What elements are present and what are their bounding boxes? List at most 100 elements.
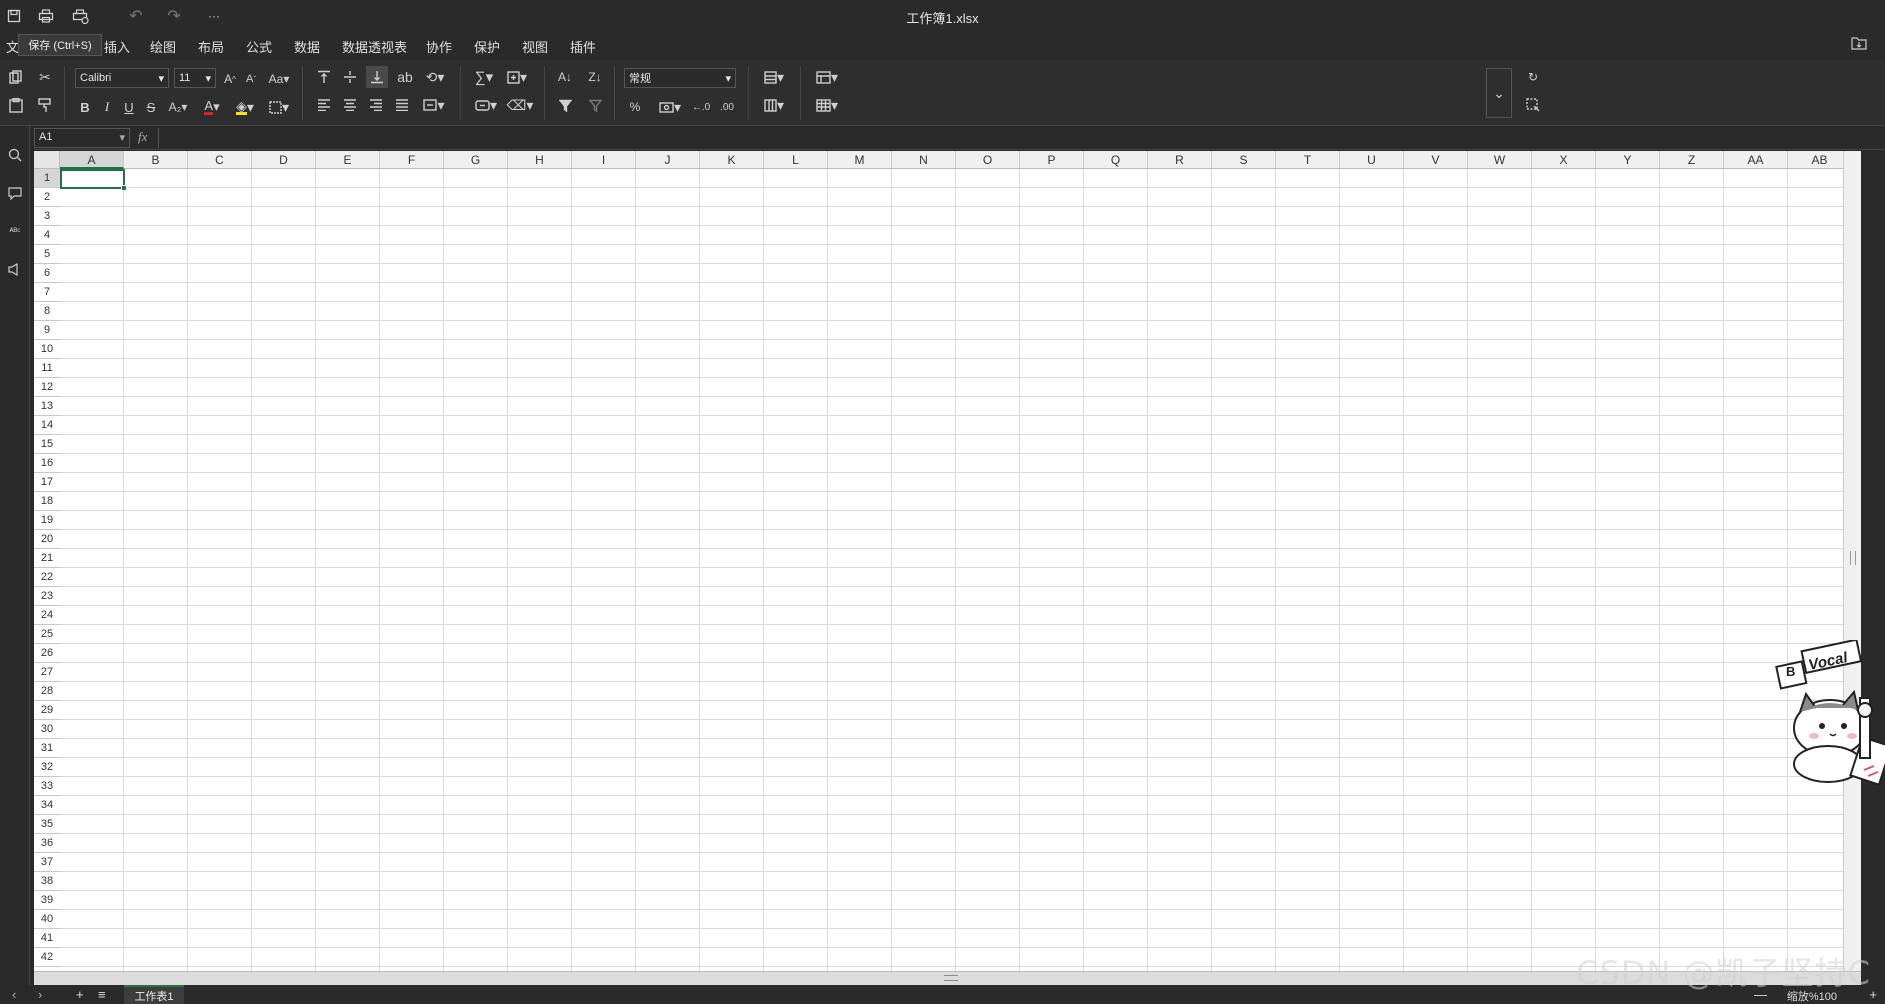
- row-header-15[interactable]: 15: [34, 435, 60, 454]
- conditional-format-icon[interactable]: ▾: [810, 66, 844, 88]
- select-all-icon[interactable]: [1522, 94, 1544, 116]
- sheet-list-icon[interactable]: ≡: [98, 987, 106, 1002]
- row-header-32[interactable]: 32: [34, 758, 60, 777]
- align-center-icon[interactable]: [340, 94, 360, 116]
- row-header-22[interactable]: 22: [34, 568, 60, 587]
- align-middle-icon[interactable]: [340, 66, 360, 88]
- row-header-29[interactable]: 29: [34, 701, 60, 720]
- paste-icon[interactable]: [6, 94, 26, 116]
- replace-icon[interactable]: ↻: [1522, 66, 1544, 88]
- sort-descending-icon[interactable]: Z↓: [584, 66, 606, 88]
- insert-cells-icon[interactable]: ▾: [470, 94, 502, 116]
- row-header-13[interactable]: 13: [34, 397, 60, 416]
- row-header-35[interactable]: 35: [34, 815, 60, 834]
- copy-icon[interactable]: [6, 66, 26, 88]
- row-header-14[interactable]: 14: [34, 416, 60, 435]
- column-header-d[interactable]: D: [252, 151, 316, 169]
- column-header-l[interactable]: L: [764, 151, 828, 169]
- insert-row-icon[interactable]: ▾: [758, 66, 790, 88]
- row-header-7[interactable]: 7: [34, 283, 60, 302]
- column-header-f[interactable]: F: [380, 151, 444, 169]
- row-header-37[interactable]: 37: [34, 853, 60, 872]
- increase-decimal-icon[interactable]: .00: [716, 96, 738, 118]
- align-left-icon[interactable]: [314, 94, 334, 116]
- row-header-10[interactable]: 10: [34, 340, 60, 359]
- column-header-o[interactable]: O: [956, 151, 1020, 169]
- row-header-24[interactable]: 24: [34, 606, 60, 625]
- column-header-e[interactable]: E: [316, 151, 380, 169]
- merge-cells-icon[interactable]: ▾: [418, 94, 450, 116]
- row-header-38[interactable]: 38: [34, 872, 60, 891]
- change-case-icon[interactable]: Aa▾: [264, 68, 294, 90]
- open-file-location-icon[interactable]: [1851, 36, 1867, 55]
- row-header-11[interactable]: 11: [34, 359, 60, 378]
- percent-style-button[interactable]: %: [626, 96, 644, 118]
- column-header-h[interactable]: H: [508, 151, 572, 169]
- row-header-2[interactable]: 2: [34, 188, 60, 207]
- row-header-20[interactable]: 20: [34, 530, 60, 549]
- row-header-25[interactable]: 25: [34, 625, 60, 644]
- column-header-p[interactable]: P: [1020, 151, 1084, 169]
- row-header-17[interactable]: 17: [34, 473, 60, 492]
- menu-insert[interactable]: 插入: [104, 37, 130, 56]
- cut-icon[interactable]: ✂: [34, 66, 56, 88]
- column-header-w[interactable]: W: [1468, 151, 1532, 169]
- column-header-aa[interactable]: AA: [1724, 151, 1788, 169]
- clear-icon[interactable]: ⌫▾: [504, 94, 536, 116]
- sheet-tab-1[interactable]: 工作表1: [124, 985, 184, 1004]
- row-header-33[interactable]: 33: [34, 777, 60, 796]
- justify-icon[interactable]: [392, 94, 412, 116]
- select-all-corner[interactable]: [34, 151, 60, 169]
- format-as-table-icon[interactable]: ▾: [810, 94, 844, 116]
- row-header-34[interactable]: 34: [34, 796, 60, 815]
- menu-draw[interactable]: 绘图: [150, 37, 176, 56]
- autosum-icon[interactable]: ∑▾: [470, 66, 498, 88]
- increase-font-icon[interactable]: A ^: [221, 68, 239, 90]
- align-right-icon[interactable]: [366, 94, 386, 116]
- column-header-i[interactable]: I: [572, 151, 636, 169]
- next-sheet-icon[interactable]: ›: [38, 987, 42, 1002]
- column-header-u[interactable]: U: [1340, 151, 1404, 169]
- row-header-39[interactable]: 39: [34, 891, 60, 910]
- row-header-21[interactable]: 21: [34, 549, 60, 568]
- format-painter-icon[interactable]: [34, 94, 56, 116]
- search-icon[interactable]: [6, 146, 24, 164]
- insert-function-icon[interactable]: ▾: [502, 66, 532, 88]
- row-header-1[interactable]: 1: [34, 169, 60, 188]
- column-header-q[interactable]: Q: [1084, 151, 1148, 169]
- row-header-5[interactable]: 5: [34, 245, 60, 264]
- vertical-scrollbar[interactable]: [1843, 151, 1861, 971]
- fill-color-icon[interactable]: ◈ ▾: [230, 96, 260, 118]
- delete-row-icon[interactable]: ▾: [758, 94, 790, 116]
- row-header-30[interactable]: 30: [34, 720, 60, 739]
- column-header-y[interactable]: Y: [1596, 151, 1660, 169]
- menu-collaborate[interactable]: 协作: [426, 37, 452, 56]
- menu-pivot-table[interactable]: 数据透视表: [342, 37, 407, 56]
- menu-layout[interactable]: 布局: [198, 37, 224, 56]
- menu-data[interactable]: 数据: [294, 37, 320, 56]
- prev-sheet-icon[interactable]: ‹: [12, 987, 16, 1002]
- row-header-42[interactable]: 42: [34, 948, 60, 967]
- scrollbar-thumb[interactable]: [944, 975, 958, 981]
- row-header-36[interactable]: 36: [34, 834, 60, 853]
- decrease-font-icon[interactable]: Aˇ: [242, 68, 260, 90]
- column-header-s[interactable]: S: [1212, 151, 1276, 169]
- row-header-28[interactable]: 28: [34, 682, 60, 701]
- scrollbar-thumb[interactable]: [1850, 551, 1856, 565]
- subscript-icon[interactable]: A₂▾: [164, 96, 192, 118]
- column-header-t[interactable]: T: [1276, 151, 1340, 169]
- bold-icon[interactable]: B: [76, 96, 94, 118]
- font-color-icon[interactable]: A ▾: [198, 96, 226, 118]
- menu-view[interactable]: 视图: [522, 37, 548, 56]
- row-header-8[interactable]: 8: [34, 302, 60, 321]
- filter-icon[interactable]: [554, 94, 576, 116]
- row-header-4[interactable]: 4: [34, 226, 60, 245]
- name-box[interactable]: A1 ▾: [34, 128, 130, 148]
- row-header-18[interactable]: 18: [34, 492, 60, 511]
- currency-format-icon[interactable]: ▾: [654, 96, 686, 118]
- add-sheet-icon[interactable]: +: [76, 987, 84, 1002]
- column-header-k[interactable]: K: [700, 151, 764, 169]
- column-header-m[interactable]: M: [828, 151, 892, 169]
- column-header-v[interactable]: V: [1404, 151, 1468, 169]
- spellcheck-icon[interactable]: ᴬᴮᶜ: [6, 222, 24, 240]
